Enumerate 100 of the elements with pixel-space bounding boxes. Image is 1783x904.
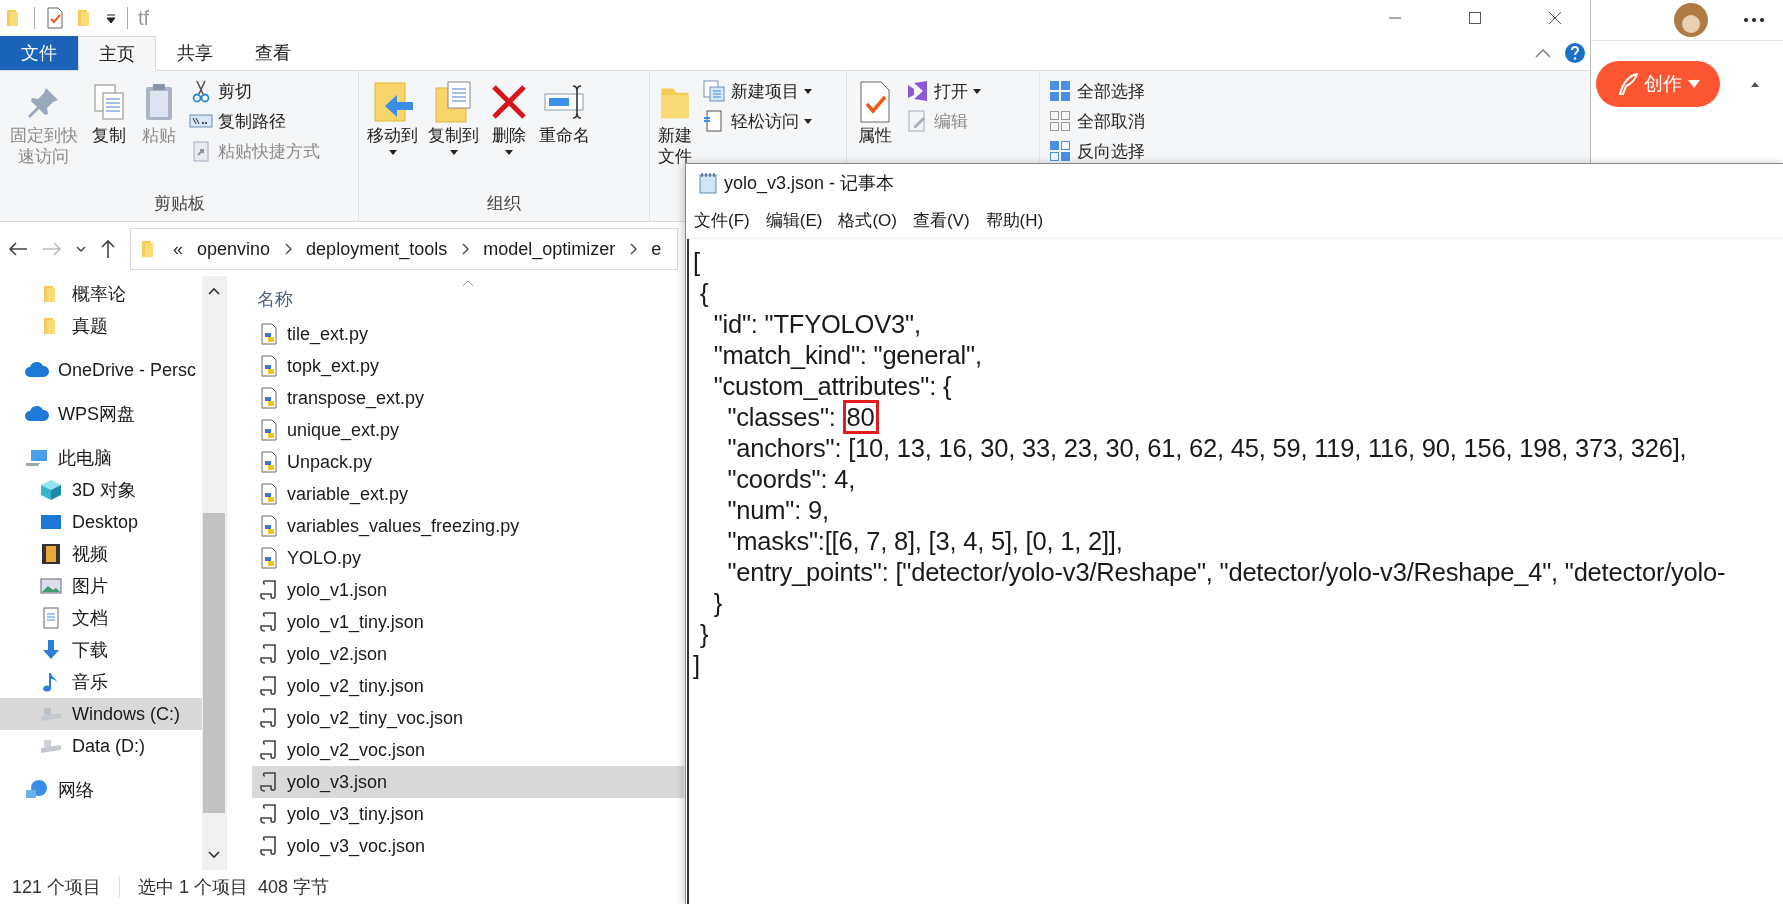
nav-item[interactable]: WPS网盘 (0, 398, 202, 430)
file-row[interactable]: tile_ext.py (252, 318, 684, 350)
nav-item[interactable]: Desktop (0, 506, 202, 538)
ribbon-button[interactable]: 删除 (485, 77, 533, 158)
ribbon-button[interactable]: 属性 (851, 77, 899, 149)
file-row[interactable]: yolo_v3_tiny.json (252, 798, 684, 830)
grid-icon (1048, 79, 1072, 103)
checkmark-page-icon[interactable] (45, 7, 65, 29)
maximize-icon[interactable] (1468, 11, 1482, 25)
ribbon-button[interactable]: 复制路径 (185, 107, 325, 135)
scroll-down-icon[interactable] (207, 850, 221, 860)
ribbon-button[interactable]: 重命名 (535, 77, 594, 149)
file-row[interactable]: unique_ext.py (252, 414, 684, 446)
ribbon-button[interactable]: 移动到 (363, 77, 422, 158)
script-file-icon (259, 707, 279, 729)
ribbon-button[interactable]: 轻松访问 (698, 107, 816, 135)
breadcrumb[interactable]: model_optimizer (483, 238, 616, 260)
file-row[interactable]: yolo_v2_tiny_voc.json (252, 702, 684, 734)
nav-item[interactable]: 文档 (0, 602, 202, 634)
ribbon-button[interactable]: 反向选择 (1044, 137, 1149, 165)
ribbon-button[interactable]: 全部取消 (1044, 107, 1149, 135)
python-file-icon (259, 451, 279, 473)
menu-item[interactable]: 格式(O) (838, 208, 897, 232)
nav-item[interactable]: 视频 (0, 538, 202, 570)
ribbon-tab[interactable]: 文件 (0, 36, 78, 70)
nav-item[interactable]: Data (D:) (0, 730, 202, 762)
overflow-chevron[interactable]: « (173, 238, 183, 260)
chevron-icon[interactable] (284, 243, 293, 255)
file-row[interactable]: topk_ext.py (252, 350, 684, 382)
chevron-icon[interactable] (629, 243, 638, 255)
ribbon-button[interactable]: 全部选择 (1044, 77, 1149, 105)
quill-icon (1618, 73, 1638, 95)
code-line: "id": "TFYOLOV3", (712, 310, 921, 339)
file-row[interactable]: yolo_v2.json (252, 638, 684, 670)
nav-item[interactable]: 概率论 (0, 278, 202, 310)
caret-icon (449, 150, 458, 156)
file-row[interactable]: yolo_v1.json (252, 574, 684, 606)
file-row[interactable]: yolo_v3.json (252, 766, 684, 798)
nav-item[interactable]: 3D 对象 (0, 474, 202, 506)
group-label: 剪贴板 (153, 193, 205, 215)
ribbon-button[interactable]: 复制到 (424, 77, 483, 158)
menu-item[interactable]: 编辑(E) (765, 208, 823, 232)
file-row[interactable]: yolo_v3_voc.json (252, 830, 684, 862)
breadcrumb[interactable]: e (651, 238, 662, 260)
nav-item[interactable]: 音乐 (0, 666, 202, 698)
file-row[interactable]: transpose_ext.py (252, 382, 684, 414)
up-arrow-icon[interactable] (100, 239, 116, 259)
computer-icon (24, 448, 50, 468)
scroll-up-icon[interactable] (207, 286, 221, 296)
file-row[interactable]: yolo_v2_voc.json (252, 734, 684, 766)
ribbon-button[interactable]: 复制 (85, 77, 134, 149)
nav-item[interactable]: 真题 (0, 310, 202, 342)
ribbon-button[interactable]: 新建文件 (654, 77, 696, 170)
file-row[interactable]: yolo_v2_tiny.json (252, 670, 684, 702)
python-file-icon (259, 547, 279, 569)
ribbon-tab[interactable]: 主页 (78, 36, 156, 71)
nav-item[interactable]: 下载 (0, 634, 202, 666)
python-file-icon (259, 387, 279, 409)
status-text: 121 个项目 (12, 876, 102, 899)
file-row[interactable]: yolo_v1_tiny.json (252, 606, 684, 638)
open-icon (905, 79, 929, 103)
breadcrumb[interactable]: openvino (197, 238, 271, 260)
code-line: [ (693, 248, 700, 277)
file-row[interactable]: variable_ext.py (252, 478, 684, 510)
chevron-icon[interactable] (461, 243, 470, 255)
column-header[interactable]: 名称 (257, 287, 293, 311)
code-line: "match_kind": "general", (712, 341, 982, 370)
more-icon[interactable] (1743, 17, 1765, 23)
nav-item[interactable]: 网络 (0, 774, 202, 806)
caret-icon (388, 150, 397, 156)
ribbon-button[interactable]: 新建项目 (698, 77, 816, 105)
back-arrow-icon[interactable] (8, 241, 28, 257)
nav-item[interactable]: OneDrive - Persc (0, 354, 202, 386)
nav-item[interactable]: 图片 (0, 570, 202, 602)
sort-caret-icon (462, 280, 474, 287)
menu-item[interactable]: 文件(F) (694, 208, 750, 232)
nav-item[interactable]: 此电脑 (0, 442, 202, 474)
python-file-icon (259, 323, 279, 345)
monitor-icon (38, 512, 64, 532)
file-row[interactable]: variables_values_freezing.py (252, 510, 684, 542)
code-line: ] (693, 651, 700, 680)
breadcrumb[interactable]: deployment_tools (306, 238, 448, 260)
menu-item[interactable]: 查看(V) (912, 208, 970, 232)
script-file-icon (259, 803, 279, 825)
caret-icon[interactable] (76, 246, 86, 252)
avatar-icon[interactable] (1673, 2, 1709, 38)
dropdown-icon[interactable] (105, 12, 117, 24)
script-file-icon (259, 835, 279, 857)
ribbon-button[interactable]: 剪切 (185, 77, 325, 105)
nav-item[interactable]: Windows (C:) (0, 698, 202, 730)
group-label: 组织 (487, 193, 521, 215)
grid-icon (1048, 139, 1072, 163)
code-line: "anchors": [10, 13, 16, 30, 33, 23, 30, 61, 62, 45, 59, 119, 116, 90, 156, 198, 373, 326], (726, 434, 1687, 463)
file-row[interactable]: YOLO.py (252, 542, 684, 574)
code-line: "classes": 80 (693, 403, 879, 432)
ribbon-button[interactable]: 打开 (901, 77, 985, 105)
close-icon[interactable] (1548, 11, 1562, 25)
file-row[interactable]: Unpack.py (252, 446, 684, 478)
menu-item[interactable]: 帮助(H) (985, 208, 1044, 232)
address-bar[interactable]: « openvino deployment_tools model_optimizer e (130, 228, 678, 270)
